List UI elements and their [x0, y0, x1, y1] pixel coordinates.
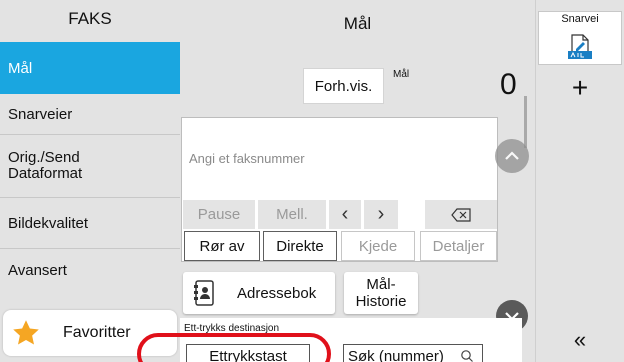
search-icon: [461, 350, 473, 362]
chevron-left-icon: ‹: [341, 203, 349, 225]
search-number-button[interactable]: Søk (nummer): [343, 344, 483, 362]
fax-number-placeholder: Angi et faksnummer: [189, 150, 305, 166]
sidebar-item-original-send-format[interactable]: Orig./Send Dataformat: [0, 135, 180, 197]
sidebar-item-label: Avansert: [8, 261, 67, 279]
add-shortcut-button[interactable]: +: [564, 72, 596, 104]
chevron-up-icon: [505, 151, 519, 160]
sidebar-item-shortcuts[interactable]: Snarveier: [0, 94, 180, 134]
on-hook-label: Rør av: [199, 237, 245, 255]
scrollbar[interactable]: [524, 96, 527, 148]
scroll-up-button[interactable]: [495, 139, 529, 173]
search-number-label: Søk (nummer): [348, 347, 444, 362]
sidebar-item-destination[interactable]: Mål: [0, 42, 180, 94]
details-button[interactable]: Detaljer: [420, 231, 497, 261]
pause-key-label: Pause: [197, 206, 241, 223]
favorites-label: Favoritter: [63, 324, 131, 341]
one-touch-key-label: Ettrykkstast: [209, 347, 287, 362]
preview-label: Forh.vis.: [314, 77, 373, 95]
favorites-button[interactable]: Favoritter: [3, 310, 177, 356]
preview-button[interactable]: Forh.vis.: [303, 68, 384, 104]
sidebar-item-label-line1: Orig./Send: [8, 149, 80, 166]
history-label-line2: Historie: [355, 293, 407, 310]
space-key[interactable]: Mell.: [258, 200, 326, 229]
space-key-label: Mell.: [276, 206, 308, 223]
sidebar-item-label: Bildekvalitet: [8, 214, 89, 232]
direct-label: Direkte: [276, 237, 324, 255]
shortcut-panel: Snarvei + «: [535, 0, 624, 362]
star-icon: [13, 320, 39, 345]
one-touch-section-label: Ett-trykks destinasjon: [184, 323, 280, 334]
collapse-panel-button[interactable]: «: [566, 328, 594, 352]
history-label-line1: Mål-: [366, 276, 396, 293]
fax-number-input[interactable]: Angi et faksnummer: [182, 118, 497, 198]
details-label: Detaljer: [432, 237, 485, 255]
address-book-icon: [194, 280, 214, 306]
document-edit-icon: [568, 34, 592, 59]
backspace-key[interactable]: [425, 200, 497, 229]
destination-count: 0: [500, 68, 517, 101]
one-touch-panel: Ett-trykks destinasjon Ettrykkstast Søk …: [180, 318, 522, 362]
function-sidebar: FAKS Mål Snarveier Orig./Send Dataformat…: [0, 0, 180, 362]
sidebar-item-advanced[interactable]: Avansert: [0, 249, 180, 291]
backspace-icon: [451, 207, 471, 222]
destination-count-label: Mål: [393, 69, 410, 80]
one-touch-key-button[interactable]: Ettrykkstast: [186, 344, 310, 362]
destination-history-button[interactable]: Mål- Historie: [344, 272, 418, 314]
pause-key[interactable]: Pause: [183, 200, 255, 229]
on-hook-button[interactable]: Rør av: [184, 231, 260, 261]
direct-button[interactable]: Direkte: [263, 231, 337, 261]
shortcut-tab[interactable]: Snarvei: [538, 11, 622, 65]
sidebar-item-label-line2: Dataformat: [8, 165, 83, 182]
page-title: Mål: [343, 14, 372, 33]
chain-button[interactable]: Kjede: [341, 231, 415, 261]
shortcut-tab-label: Snarvei: [561, 13, 599, 25]
sidebar-item-label: Mål: [8, 59, 33, 77]
address-book-label: Adressebok: [237, 284, 317, 302]
function-title: FAKS: [68, 9, 112, 28]
sidebar-item-image-quality[interactable]: Bildekvalitet: [0, 198, 180, 248]
destination-panel: Mål Forh.vis. Mål 0 Angi et faksnummer P…: [180, 0, 535, 362]
chain-label: Kjede: [358, 237, 398, 255]
cursor-right-key[interactable]: ›: [364, 200, 398, 229]
chevron-right-icon: ›: [377, 203, 385, 225]
address-book-button[interactable]: Adressebok: [183, 272, 335, 314]
sidebar-item-label: Snarveier: [8, 105, 73, 123]
cursor-left-key[interactable]: ‹: [329, 200, 361, 229]
